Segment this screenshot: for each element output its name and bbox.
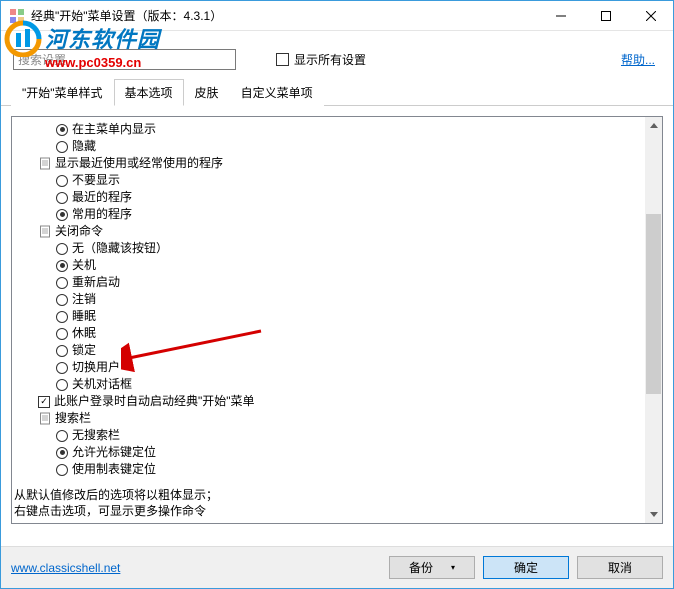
radio-icon: [56, 430, 68, 442]
search-input[interactable]: 搜索设置: [13, 49, 236, 70]
radio-icon: [56, 141, 68, 153]
doc-icon: [38, 157, 52, 171]
tree-item[interactable]: 无搜索栏: [18, 427, 662, 444]
close-button[interactable]: [628, 1, 673, 30]
scroll-track[interactable]: [645, 134, 662, 506]
tab-start-style[interactable]: "开始"菜单样式: [11, 79, 114, 106]
radio-icon: [56, 243, 68, 255]
content-area: 在主菜单内显示隐藏显示最近使用或经常使用的程序不要显示最近的程序常用的程序关闭命…: [1, 106, 673, 534]
item-label: 关机: [72, 257, 96, 274]
item-label: 注销: [72, 291, 96, 308]
item-label: 常用的程序: [72, 206, 132, 223]
hint-text: 从默认值修改后的选项将以粗体显示； 右键点击选项，可显示更多操作命令: [12, 483, 662, 523]
radio-icon: [56, 124, 68, 136]
tree-item[interactable]: 重新启动: [18, 274, 662, 291]
tree-item[interactable]: 使用制表键定位: [18, 461, 662, 478]
tab-custom-menu[interactable]: 自定义菜单项: [230, 79, 324, 106]
tree-item[interactable]: 睡眠: [18, 308, 662, 325]
item-label: 不要显示: [72, 172, 120, 189]
item-label: 重新启动: [72, 274, 120, 291]
checkbox-icon: [276, 53, 289, 66]
radio-icon: [56, 209, 68, 221]
item-label: 允许光标键定位: [72, 444, 156, 461]
website-link[interactable]: www.classicshell.net: [11, 561, 120, 575]
tree-item[interactable]: 关闭命令: [18, 223, 662, 240]
tree-item[interactable]: 关机: [18, 257, 662, 274]
tree-item[interactable]: 搜索栏: [18, 410, 662, 427]
show-all-checkbox[interactable]: 显示所有设置: [276, 51, 366, 68]
radio-icon: [56, 362, 68, 374]
tree-item[interactable]: 常用的程序: [18, 206, 662, 223]
app-icon: [9, 8, 25, 24]
caret-down-icon: ▾: [451, 563, 455, 572]
item-label: 关机对话框: [72, 376, 132, 393]
item-label: 睡眠: [72, 308, 96, 325]
doc-icon: [38, 412, 52, 426]
item-label: 关闭命令: [55, 223, 103, 240]
radio-icon: [56, 175, 68, 187]
tree-item[interactable]: 显示最近使用或经常使用的程序: [18, 155, 662, 172]
titlebar: 经典"开始"菜单设置（版本：4.3.1）: [1, 1, 673, 31]
cancel-button[interactable]: 取消: [577, 556, 663, 579]
button-row: www.classicshell.net 备份▾ 确定 取消: [1, 546, 673, 588]
maximize-button[interactable]: [583, 1, 628, 30]
tree-item[interactable]: 注销: [18, 291, 662, 308]
backup-button[interactable]: 备份▾: [389, 556, 475, 579]
scroll-thumb[interactable]: [646, 214, 661, 394]
item-label: 此账户登录时自动启动经典"开始"菜单: [54, 393, 255, 410]
item-label: 显示最近使用或经常使用的程序: [55, 155, 223, 172]
scroll-down-icon[interactable]: [645, 506, 662, 523]
tab-basic-options[interactable]: 基本选项: [114, 79, 184, 106]
item-label: 休眠: [72, 325, 96, 342]
tree-item[interactable]: 锁定: [18, 342, 662, 359]
tree-item[interactable]: 在主菜单内显示: [18, 121, 662, 138]
help-link[interactable]: 帮助...: [621, 51, 655, 68]
radio-icon: [56, 328, 68, 340]
radio-icon: [56, 260, 68, 272]
radio-icon: [56, 294, 68, 306]
item-label: 无（隐藏该按钮）: [72, 240, 168, 257]
tab-skin[interactable]: 皮肤: [184, 79, 230, 106]
item-label: 使用制表键定位: [72, 461, 156, 478]
tree-item[interactable]: 切换用户: [18, 359, 662, 376]
scroll-up-icon[interactable]: [645, 117, 662, 134]
tree-item[interactable]: 关机对话框: [18, 376, 662, 393]
item-label: 搜索栏: [55, 410, 91, 427]
tree-item[interactable]: 无（隐藏该按钮）: [18, 240, 662, 257]
radio-icon: [56, 192, 68, 204]
radio-icon: [56, 345, 68, 357]
tree-item[interactable]: 最近的程序: [18, 189, 662, 206]
minimize-button[interactable]: [538, 1, 583, 30]
show-all-label: 显示所有设置: [294, 51, 366, 68]
radio-icon: [56, 379, 68, 391]
tree-item[interactable]: 隐藏: [18, 138, 662, 155]
radio-icon: [56, 447, 68, 459]
radio-icon: [56, 464, 68, 476]
checkbox-icon: [38, 396, 50, 408]
top-row: 搜索设置 显示所有设置 帮助...: [1, 31, 673, 78]
options-tree[interactable]: 在主菜单内显示隐藏显示最近使用或经常使用的程序不要显示最近的程序常用的程序关闭命…: [12, 117, 662, 483]
tab-strip: "开始"菜单样式 基本选项 皮肤 自定义菜单项: [1, 78, 673, 106]
item-label: 隐藏: [72, 138, 96, 155]
item-label: 无搜索栏: [72, 427, 120, 444]
doc-icon: [38, 225, 52, 239]
window-title: 经典"开始"菜单设置（版本：4.3.1）: [31, 7, 538, 24]
item-label: 最近的程序: [72, 189, 132, 206]
item-label: 切换用户: [72, 359, 120, 376]
tree-item[interactable]: 不要显示: [18, 172, 662, 189]
ok-button[interactable]: 确定: [483, 556, 569, 579]
vertical-scrollbar[interactable]: [645, 117, 662, 523]
item-label: 锁定: [72, 342, 96, 359]
options-panel: 在主菜单内显示隐藏显示最近使用或经常使用的程序不要显示最近的程序常用的程序关闭命…: [11, 116, 663, 524]
tree-item[interactable]: 允许光标键定位: [18, 444, 662, 461]
radio-icon: [56, 311, 68, 323]
item-label: 在主菜单内显示: [72, 121, 156, 138]
radio-icon: [56, 277, 68, 289]
tree-item[interactable]: 此账户登录时自动启动经典"开始"菜单: [18, 393, 662, 410]
tree-item[interactable]: 休眠: [18, 325, 662, 342]
